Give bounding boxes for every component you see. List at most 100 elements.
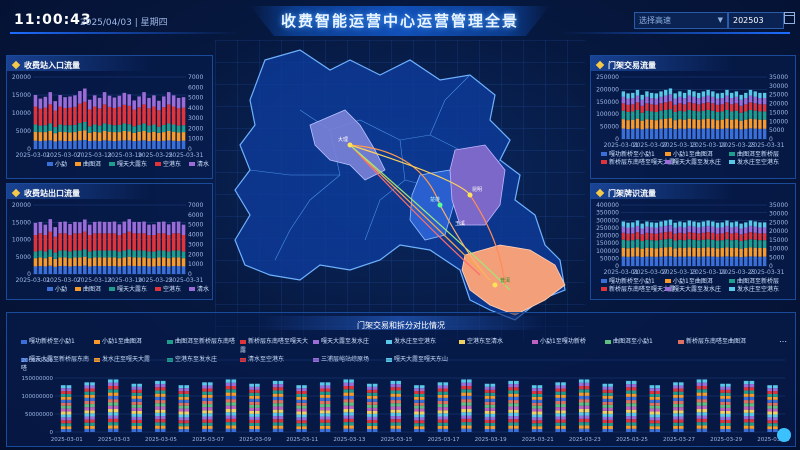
bar-segment [127, 249, 132, 257]
bar-segment [178, 426, 184, 430]
bar-segment [696, 428, 702, 432]
bar-segment [131, 401, 137, 405]
bar-segment [626, 120, 630, 130]
bar-segment [490, 401, 496, 405]
legend-more-icon[interactable]: ⋯ [779, 337, 787, 346]
bar-segment [43, 107, 48, 126]
bar-segment [296, 411, 302, 415]
bar-segment [753, 239, 757, 248]
bar-segment [645, 226, 649, 233]
period-select[interactable]: 202503 [728, 12, 784, 29]
bar-segment [725, 95, 729, 103]
bar-segment [367, 425, 372, 429]
legend-item[interactable]: 空港东至清水 [459, 337, 532, 346]
calendar-icon[interactable] [784, 12, 795, 24]
bar-segment [396, 422, 401, 426]
bar-segment [655, 423, 661, 427]
bar-segment [272, 380, 278, 385]
bar-segment [113, 389, 119, 393]
bar-segment [90, 413, 95, 417]
bar-segment [678, 119, 682, 129]
bar-segment [162, 96, 166, 108]
bar-segment [349, 425, 354, 429]
legend-item[interactable]: 新桥层东南嗒至曲图洱 [678, 337, 751, 346]
bar-segment [655, 429, 661, 432]
bar-segment [508, 416, 514, 420]
bar-segment [319, 416, 325, 420]
bar-segment [166, 251, 171, 259]
bar-segment [117, 266, 122, 274]
bar-segment [443, 394, 449, 398]
bar-segment [631, 419, 637, 423]
bar-segment [162, 124, 166, 133]
legend-item[interactable]: 曲图洱至小勐1 [605, 337, 678, 346]
bar-segment [484, 422, 490, 426]
bar-segment [715, 120, 720, 130]
bar-segment [537, 396, 543, 400]
bar-segment [697, 222, 701, 228]
y-tick-label: 5000 [16, 254, 31, 261]
bar-segment [640, 112, 644, 121]
bar-segment [127, 131, 132, 141]
x-tick-label: 2025-03-17 [428, 437, 460, 443]
y-tick-label: 50000000 [25, 412, 53, 418]
bar-segment [692, 110, 696, 120]
legend-item[interactable]: 小勐1至曲图洱 [94, 337, 167, 346]
bar-segment [207, 385, 213, 389]
bar-segment [678, 425, 684, 429]
bar-segment [84, 397, 90, 401]
legend-item[interactable]: 嘎天大露至发水庄 [313, 337, 386, 346]
legend-item[interactable]: 嘎功新桥至小勐1 [21, 337, 94, 346]
bar-segment [715, 222, 720, 228]
bar-segment [367, 422, 372, 426]
x-tick-label: 2025-03-29 [710, 437, 742, 443]
bar-segment [673, 404, 678, 408]
bar-segment [202, 410, 207, 414]
bar-segment [635, 109, 640, 119]
bar-segment [720, 233, 724, 241]
bar-segment [725, 239, 729, 248]
bar-segment [443, 422, 449, 426]
bar-segment [225, 418, 231, 423]
bar-segment [178, 388, 184, 392]
bar-segment [743, 390, 749, 394]
legend-item[interactable]: 新桥层东南嗒至嘎天大露 [240, 337, 313, 355]
bar-segment [621, 119, 626, 129]
bar-segment [249, 416, 254, 420]
legend-item[interactable]: 小勐1至嘎功新桥 [532, 337, 605, 346]
legend-item[interactable]: 曲图洱至新桥层东南嗒 [167, 337, 240, 346]
bar-segment [33, 266, 38, 274]
bar-segment [673, 422, 678, 426]
bar-segment [162, 257, 166, 267]
road-select[interactable]: 选择高速 ▼ [634, 12, 728, 29]
bar-segment [631, 406, 637, 410]
bar-segment [38, 108, 43, 126]
bar-segment [90, 394, 95, 398]
bar-segment [584, 389, 590, 393]
road-select-value: 选择高速 [639, 16, 671, 25]
bar-segment [466, 418, 472, 423]
bar-segment [127, 231, 132, 250]
legend-item[interactable]: 发水庄至空港东 [386, 337, 459, 346]
zoom-button[interactable] [777, 428, 791, 442]
bar-segment [184, 399, 190, 403]
bar-segment [278, 428, 284, 432]
bar-segment [711, 110, 715, 120]
bar-segment [152, 95, 156, 107]
bar-segment [649, 417, 655, 421]
bar-segment [678, 416, 684, 420]
bar-segment [43, 96, 48, 108]
bar-segment [343, 428, 349, 432]
bar-segment [696, 382, 702, 387]
bar-segment [649, 119, 654, 129]
bar-segment [635, 89, 640, 96]
bar-segment [325, 382, 331, 386]
legend-swatch [189, 287, 195, 291]
bar-segment [396, 384, 401, 388]
bar-segment [437, 416, 443, 420]
bar-segment [561, 407, 566, 411]
bar-segment [157, 110, 161, 127]
bar-segment [626, 104, 630, 112]
bar-segment [325, 413, 331, 417]
bar-segment [602, 386, 608, 390]
